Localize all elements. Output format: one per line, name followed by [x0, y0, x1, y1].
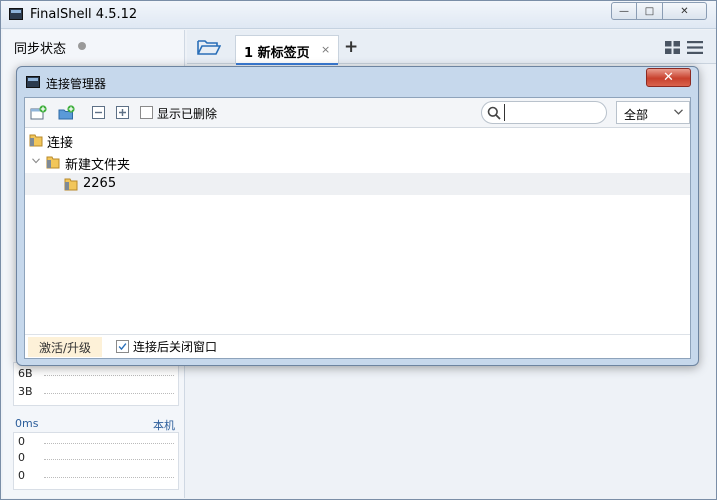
- tab-new-tab[interactable]: 1 新标签页 ×: [235, 35, 339, 65]
- tab-close-icon[interactable]: ×: [321, 43, 330, 56]
- traffic-row: 6B: [18, 367, 33, 380]
- close-icon: ✕: [663, 70, 674, 85]
- show-deleted-label: 显示已删除: [157, 107, 218, 121]
- sync-status-label: 同步状态: [14, 42, 67, 57]
- ping-graph: 0 0 0: [13, 432, 179, 490]
- add-tab-button[interactable]: +: [344, 37, 358, 57]
- chevron-down-icon: [674, 109, 683, 115]
- connection-manager-dialog: 连接管理器 ✕ 显示已删除 全部 连接 新建文件夹 2265 激活/升级 连接后…: [16, 66, 699, 366]
- dialog-footer: 激活/升级 连接后关闭窗口: [25, 334, 690, 358]
- maximize-icon: □: [644, 5, 655, 17]
- traffic-graph: 6B 3B: [13, 362, 179, 406]
- tab-bar: 1 新标签页 × +: [187, 30, 716, 65]
- collapse-all-icon[interactable]: [90, 105, 107, 120]
- chevron-down-icon[interactable]: [32, 158, 40, 164]
- close-after-connect-label: 连接后关闭窗口: [133, 340, 218, 354]
- folder-icon: [29, 134, 43, 147]
- traffic-row: 3B: [18, 385, 33, 398]
- new-folder-icon[interactable]: [58, 105, 75, 120]
- main-titlebar[interactable]: FinalShell 4.5.12 — □ ✕: [1, 1, 716, 29]
- dialog-titlebar[interactable]: 连接管理器 ✕: [17, 67, 698, 97]
- dialog-app-icon: [26, 76, 40, 88]
- minimize-button[interactable]: —: [611, 2, 637, 20]
- close-icon: ✕: [680, 5, 689, 17]
- dialog-toolbar: 显示已删除 全部: [25, 98, 690, 128]
- expand-all-icon[interactable]: [114, 105, 131, 120]
- dialog-close-button[interactable]: ✕: [646, 68, 691, 87]
- window-title: FinalShell 4.5.12: [30, 7, 138, 22]
- ping-row: 0: [18, 451, 25, 464]
- local-label[interactable]: 本机: [153, 417, 175, 433]
- show-deleted-checkbox[interactable]: [140, 106, 153, 119]
- tree-item-label: 连接: [47, 136, 74, 151]
- grid-view-icon[interactable]: [665, 41, 680, 54]
- dialog-body: 显示已删除 全部 连接 新建文件夹 2265 激活/升级 连接后关闭窗口: [24, 97, 691, 359]
- tree-item-2265[interactable]: 2265: [25, 173, 690, 195]
- ping-label: 0ms: [15, 417, 39, 430]
- menu-icon[interactable]: [687, 41, 703, 54]
- search-input[interactable]: [504, 104, 600, 121]
- new-connection-icon[interactable]: [30, 105, 47, 120]
- activate-upgrade-button[interactable]: 激活/升级: [28, 337, 102, 357]
- minimize-icon: —: [619, 5, 629, 17]
- filter-select[interactable]: 全部: [616, 101, 690, 124]
- maximize-button[interactable]: □: [637, 2, 663, 20]
- caption-buttons: — □ ✕: [611, 2, 707, 20]
- filter-value: 全部: [624, 108, 649, 122]
- ping-row: 0: [18, 469, 25, 482]
- search-box: [481, 101, 607, 124]
- app-icon: [9, 8, 23, 20]
- tree-item-label: 新建文件夹: [65, 158, 131, 173]
- folder-open-icon[interactable]: [197, 38, 221, 56]
- tab-label: 1 新标签页: [244, 46, 310, 61]
- ping-row: 0: [18, 435, 25, 448]
- dialog-title: 连接管理器: [46, 77, 107, 91]
- tree-item-new-folder[interactable]: 新建文件夹: [25, 151, 690, 173]
- tree-item-label: 2265: [83, 176, 117, 191]
- search-icon: [487, 106, 501, 120]
- folder-icon: [46, 156, 60, 169]
- close-button[interactable]: ✕: [663, 2, 707, 20]
- folder-icon: [64, 178, 78, 191]
- close-after-connect-checkbox[interactable]: [116, 340, 129, 353]
- sync-status-dot: [78, 42, 86, 50]
- connection-tree: 连接 新建文件夹 2265: [25, 128, 690, 334]
- tree-item-connections[interactable]: 连接: [25, 129, 690, 151]
